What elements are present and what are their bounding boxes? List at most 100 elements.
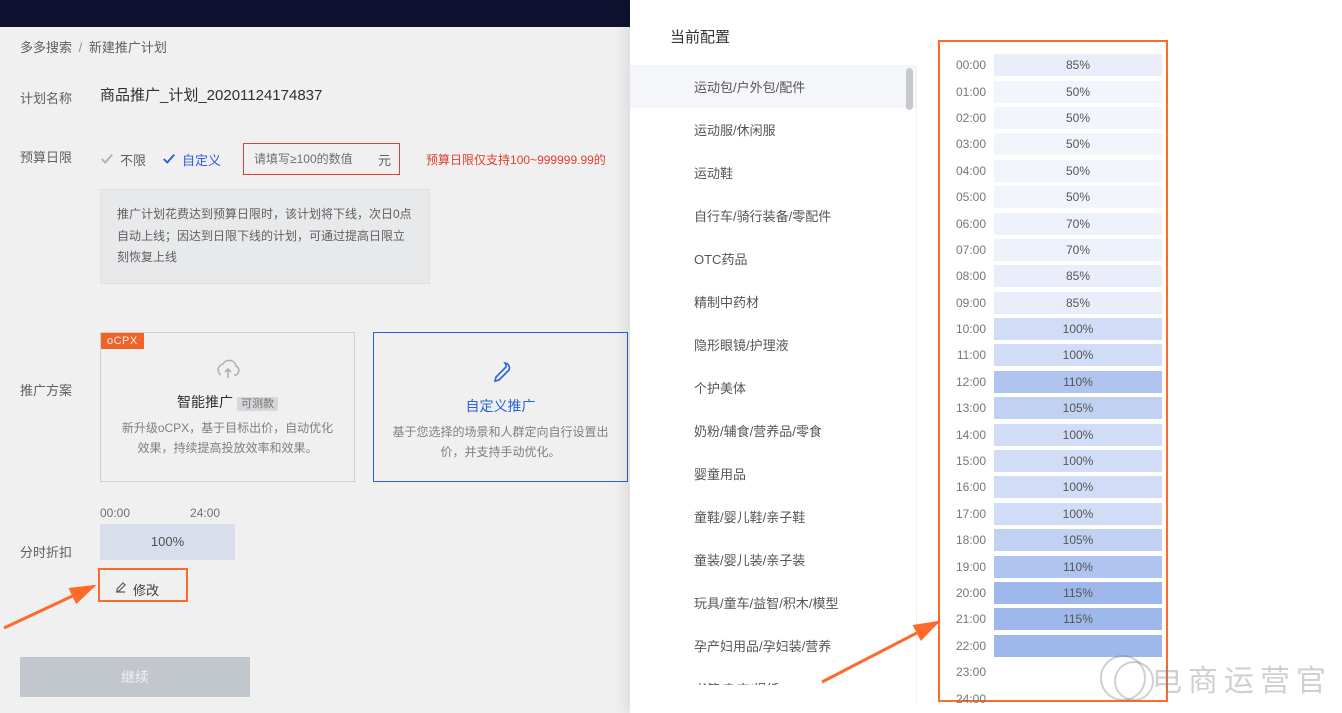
category-item[interactable]: 自行车/骑行装备/零配件	[630, 194, 916, 237]
category-item[interactable]: OTC药品	[630, 237, 916, 280]
time-label: 11:00	[950, 348, 994, 362]
check-icon	[162, 152, 176, 166]
breadcrumb-current: 新建推广计划	[89, 40, 167, 55]
discount-bar[interactable]: 50%	[994, 133, 1162, 155]
discount-bar[interactable]: 50%	[994, 160, 1162, 182]
watermark: 电商运营官	[1100, 655, 1332, 701]
category-item[interactable]: 隐形眼镜/护理液	[630, 323, 916, 366]
discount-bar[interactable]: 50%	[994, 186, 1162, 208]
discount-bar[interactable]: 70%	[994, 213, 1162, 235]
budget-info-box: 推广计划花费达到预算日限时，该计划将下线，次日0点自动上线；因达到日限下线的计划…	[100, 189, 430, 284]
time-row: 14:00100%	[950, 421, 1162, 447]
check-icon	[100, 152, 114, 166]
time-label: 07:00	[950, 243, 994, 257]
discount-bar[interactable]: 70%	[994, 239, 1162, 261]
time-label: 14:00	[950, 428, 994, 442]
category-item[interactable]: 孕产妇用品/孕妇装/营养	[630, 624, 916, 667]
discount-bar[interactable]: 115%	[994, 582, 1162, 604]
time-label: 09:00	[950, 296, 994, 310]
budget-input[interactable]	[252, 151, 372, 167]
budget-option-custom[interactable]: 自定义	[162, 150, 221, 169]
time-row: 21:00115%	[950, 606, 1162, 632]
discount-bar[interactable]: 105%	[994, 529, 1162, 551]
time-row: 03:0050%	[950, 131, 1162, 157]
time-row: 12:00110%	[950, 369, 1162, 395]
time-label: 18:00	[950, 533, 994, 547]
continue-button[interactable]: 继续	[20, 657, 250, 697]
time-label: 24:00	[950, 692, 994, 706]
discount-value-block[interactable]: 100%	[100, 524, 235, 560]
modify-button[interactable]: 修改	[100, 574, 173, 605]
category-item[interactable]: 婴童用品	[630, 452, 916, 495]
edit-icon	[114, 581, 127, 597]
discount-bar[interactable]: 85%	[994, 292, 1162, 314]
time-label: 04:00	[950, 164, 994, 178]
plan-smart-title: 智能推广可测款	[119, 392, 336, 412]
discount-bar[interactable]	[994, 635, 1162, 657]
time-row: 11:00100%	[950, 342, 1162, 368]
time-label: 22:00	[950, 639, 994, 653]
time-row: 00:0085%	[950, 52, 1162, 78]
discount-bar[interactable]: 100%	[994, 344, 1162, 366]
budget-option-unlimited[interactable]: 不限	[100, 150, 146, 169]
time-label: 23:00	[950, 665, 994, 679]
plan-card-smart[interactable]: oCPX 智能推广可测款 新升级oCPX，基于目标出价，自动优化效果，持续提高投…	[100, 332, 355, 482]
category-item[interactable]: 个护美体	[630, 366, 916, 409]
discount-bar[interactable]: 115%	[994, 608, 1162, 630]
discount-bar[interactable]: 105%	[994, 397, 1162, 419]
budget-range-note: 预算日限仅支持100~999999.99的	[426, 151, 606, 168]
discount-bar[interactable]: 110%	[994, 371, 1162, 393]
time-row: 20:00115%	[950, 580, 1162, 606]
category-list[interactable]: 运动包/户外包/配件运动服/休闲服运动鞋自行车/骑行装备/零配件OTC药品精制中…	[630, 65, 916, 685]
time-row: 15:00100%	[950, 448, 1162, 474]
discount-label: 分时折扣	[20, 506, 100, 561]
time-label: 03:00	[950, 137, 994, 151]
time-label: 05:00	[950, 190, 994, 204]
plan-name-input[interactable]	[100, 84, 520, 105]
category-item[interactable]: 玩具/童车/益智/积木/模型	[630, 581, 916, 624]
time-row: 18:00105%	[950, 527, 1162, 553]
discount-bar[interactable]: 100%	[994, 424, 1162, 446]
time-row: 01:0050%	[950, 78, 1162, 104]
discount-bar[interactable]: 50%	[994, 107, 1162, 129]
discount-bar[interactable]: 110%	[994, 556, 1162, 578]
discount-bar[interactable]: 100%	[994, 318, 1162, 340]
discount-bar[interactable]: 100%	[994, 450, 1162, 472]
wrench-icon	[392, 359, 609, 388]
breadcrumb-root[interactable]: 多多搜索	[20, 40, 72, 55]
time-label: 19:00	[950, 560, 994, 574]
time-axis-labels: 00:00 24:00	[100, 506, 610, 520]
scrollbar-thumb[interactable]	[906, 68, 913, 110]
drawer-title: 当前配置	[630, 0, 916, 65]
category-item[interactable]: 运动鞋	[630, 151, 916, 194]
time-label: 20:00	[950, 586, 994, 600]
breadcrumb-separator: /	[79, 40, 83, 55]
time-label: 06:00	[950, 217, 994, 231]
vertical-divider	[916, 64, 917, 704]
time-row: 07:0070%	[950, 237, 1162, 263]
app-top-bar	[0, 0, 630, 27]
category-item[interactable]: 奶粉/辅食/营养品/零食	[630, 409, 916, 452]
category-item[interactable]: 书籍/杂志/报纸	[630, 667, 916, 685]
category-item[interactable]: 童鞋/婴儿鞋/亲子鞋	[630, 495, 916, 538]
time-label: 02:00	[950, 111, 994, 125]
plan-card-custom[interactable]: 自定义推广 基于您选择的场景和人群定向自行设置出价，并支持手动优化。	[373, 332, 628, 482]
discount-bar[interactable]: 85%	[994, 265, 1162, 287]
time-label: 15:00	[950, 454, 994, 468]
cloud-upload-icon	[119, 359, 336, 384]
currency-suffix: 元	[378, 150, 391, 169]
discount-bar[interactable]: 100%	[994, 503, 1162, 525]
time-row: 17:00100%	[950, 501, 1162, 527]
time-label: 01:00	[950, 85, 994, 99]
time-discount-table: 00:0085%01:0050%02:0050%03:0050%04:0050%…	[938, 40, 1168, 702]
category-item[interactable]: 运动服/休闲服	[630, 108, 916, 151]
time-label: 12:00	[950, 375, 994, 389]
time-row: 06:0070%	[950, 210, 1162, 236]
category-item[interactable]: 童装/婴儿装/亲子装	[630, 538, 916, 581]
discount-bar[interactable]: 100%	[994, 476, 1162, 498]
discount-bar[interactable]: 85%	[994, 54, 1162, 76]
plan-badge: 可测款	[237, 397, 278, 411]
category-item[interactable]: 运动包/户外包/配件	[630, 65, 916, 108]
discount-bar[interactable]: 50%	[994, 81, 1162, 103]
category-item[interactable]: 精制中药材	[630, 280, 916, 323]
